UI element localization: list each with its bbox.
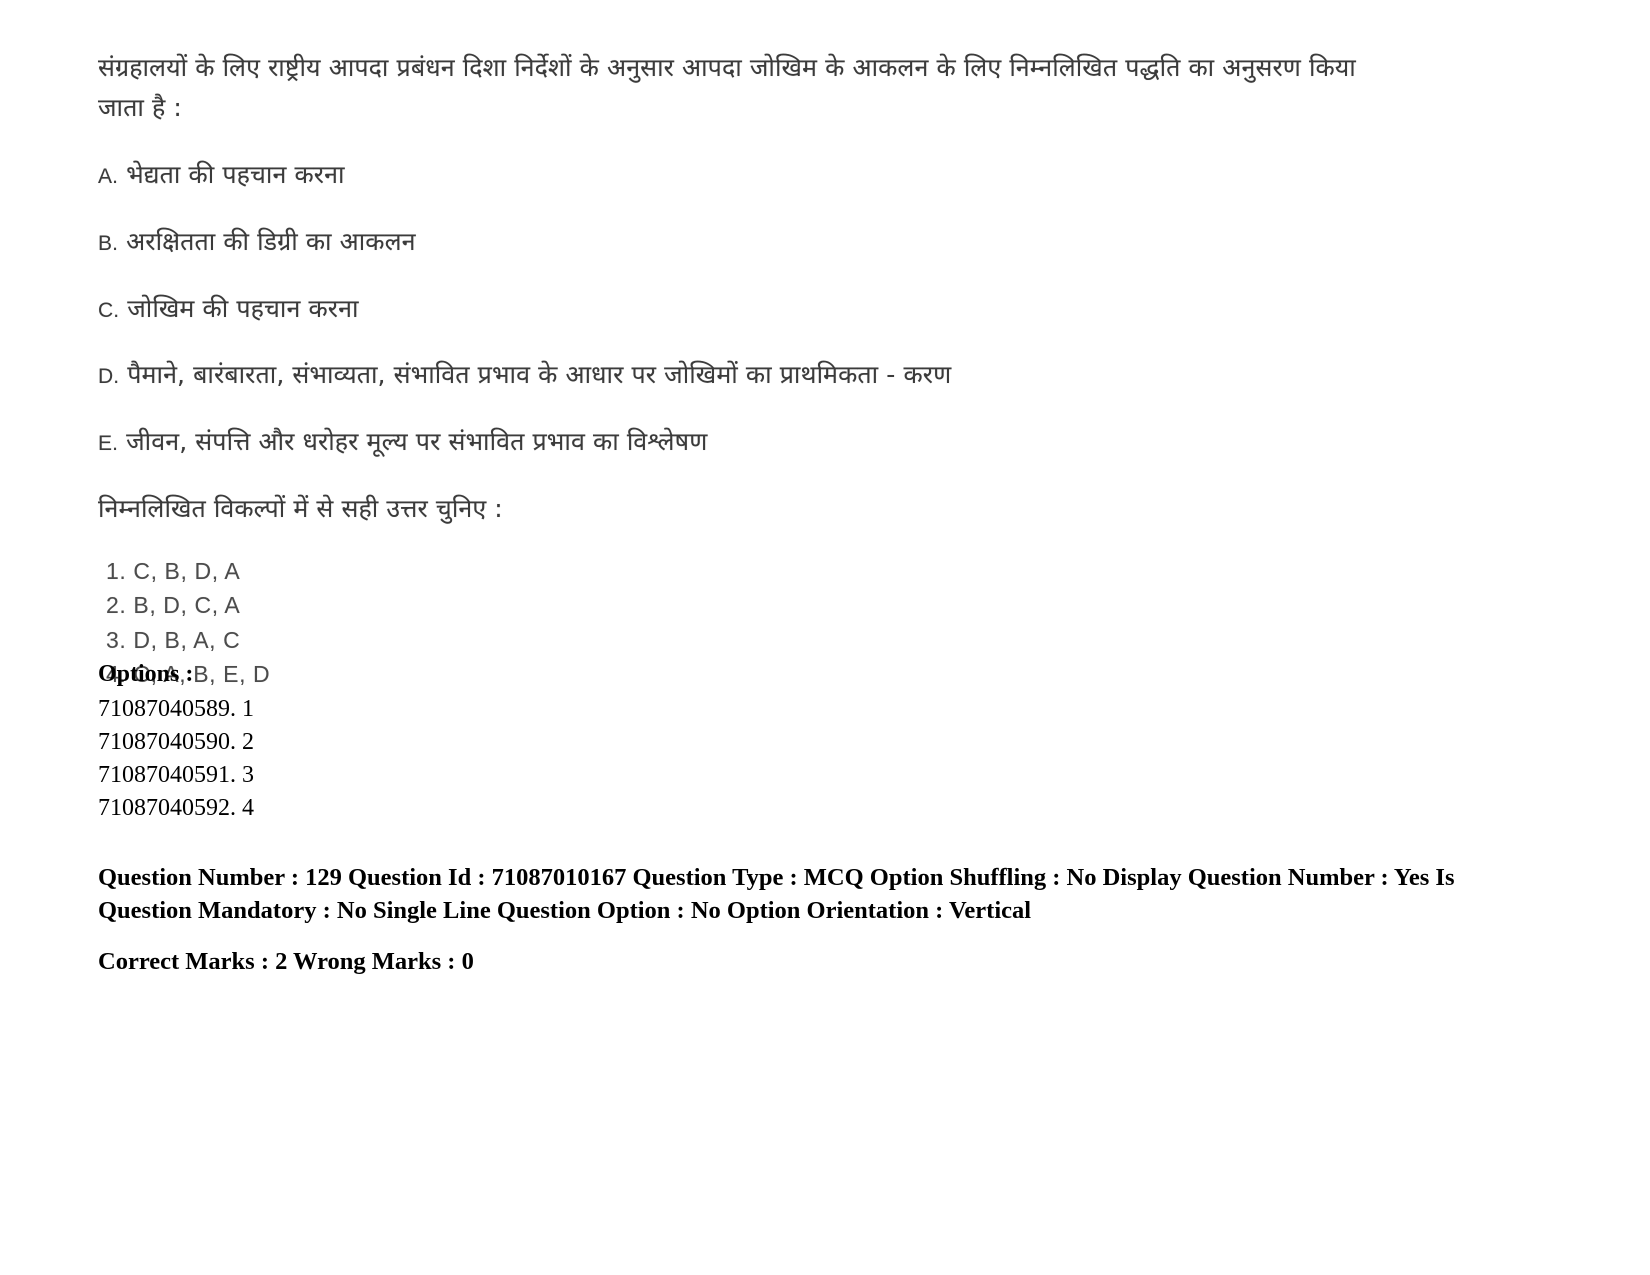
statement-d-label: D. [98, 365, 120, 389]
option-id-row-2[interactable]: 71087040590. 2 [98, 726, 898, 759]
statement-d: D. पैमाने, बारंबारता, संभाव्यता, संभावित… [98, 358, 1498, 392]
statement-a: A. भेद्यता की पहचान करना [98, 158, 1498, 192]
statement-a-label: A. [98, 165, 119, 188]
question-metadata: Question Number : 129 Question Id : 7108… [98, 862, 1468, 979]
statement-c: C. जोखिम की पहचान करना [98, 292, 1498, 326]
metadata-line-1: Question Number : 129 Question Id : 7108… [98, 864, 1455, 924]
statement-a-text: भेद्यता की पहचान करना [126, 160, 345, 189]
option-id-row-4[interactable]: 71087040592. 4 [98, 792, 898, 825]
question-page: संग्रहालयों के लिए राष्ट्रीय आपदा प्रबंध… [0, 0, 1650, 1275]
statement-e: E. जीवन, संपत्ति और धरोहर मूल्य पर संभाव… [98, 425, 1498, 459]
question-stem: संग्रहालयों के लिए राष्ट्रीय आपदा प्रबंध… [98, 53, 1356, 122]
choose-answer-instruction: निम्नलिखित विकल्पों में से सही उत्तर चुन… [98, 493, 503, 523]
statement-b-text: अरक्षितता की डिग्री का आकलन [126, 226, 416, 256]
answer-choice-3[interactable]: 3. D, B, A, C [106, 623, 1498, 658]
statement-d-text: पैमाने, बारंबारता, संभाव्यता, संभावित प्… [127, 360, 952, 390]
statement-e-text: जीवन, संपत्ति और धरोहर मूल्य पर संभावित … [126, 427, 708, 456]
metadata-line-2: Correct Marks : 2 Wrong Marks : 0 [98, 948, 474, 976]
options-section-title: Options : [98, 661, 194, 687]
question-body: संग्रहालयों के लिए राष्ट्रीय आपदा प्रबंध… [98, 48, 1498, 692]
option-id-row-1[interactable]: 71087040589. 1 [98, 693, 898, 726]
statement-b: B. अरक्षितता की डिग्री का आकलन [98, 225, 1498, 259]
option-id-row-3[interactable]: 71087040591. 3 [98, 759, 898, 792]
statement-c-label: C. [98, 298, 120, 322]
statement-c-text: जोखिम की पहचान करना [127, 293, 359, 323]
statement-b-label: B. [98, 231, 119, 255]
answer-choice-2[interactable]: 2. B, D, C, A [106, 588, 1498, 623]
answer-choice-1[interactable]: 1. C, B, D, A [106, 554, 1498, 589]
statement-e-label: E. [98, 432, 119, 455]
options-section: Options : 71087040589. 1 71087040590. 2 … [98, 658, 898, 825]
